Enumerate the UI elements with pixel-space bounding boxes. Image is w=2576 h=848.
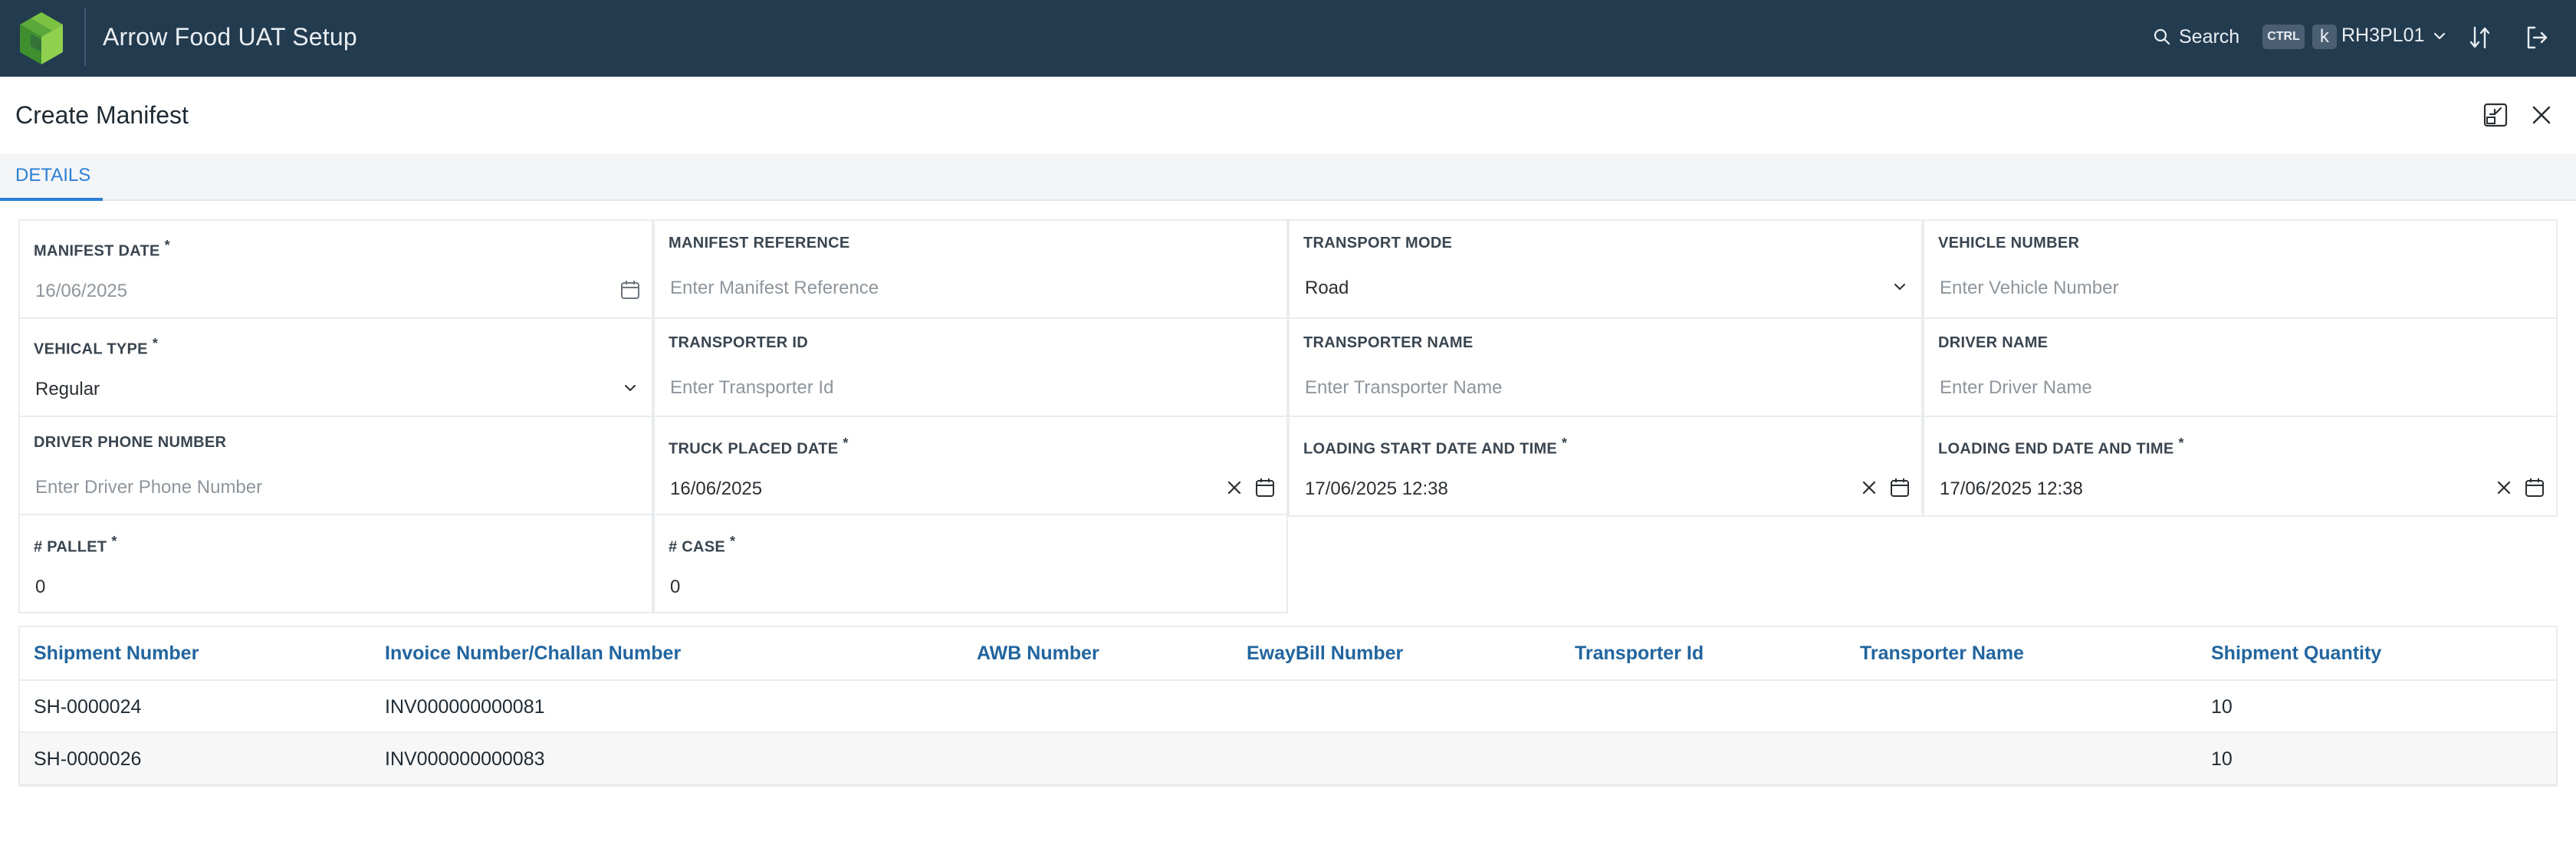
topbar-divider: [84, 8, 86, 66]
chevron-down-icon[interactable]: [619, 377, 641, 399]
field-label: DRIVER NAME: [1938, 334, 2049, 351]
field-label: LOADING START DATE AND TIME: [1303, 440, 1558, 458]
clear-icon[interactable]: [1858, 477, 1880, 498]
shipments-table: Shipment Number Invoice Number/Challan N…: [18, 626, 2558, 787]
tab-bar: DETAILS: [0, 153, 2576, 201]
loading-end-field[interactable]: LOADING END DATE AND TIME * 17/06/2025 12…: [1923, 416, 2558, 517]
transporter-name-input[interactable]: Enter Transporter Name: [1305, 377, 1502, 399]
column-header-awb-number[interactable]: AWB Number: [977, 643, 1099, 665]
manifest-reference-input[interactable]: Enter Manifest Reference: [670, 278, 879, 299]
calendar-icon[interactable]: [2524, 477, 2545, 498]
field-label: VEHICLE NUMBER: [1938, 235, 2080, 251]
global-search[interactable]: Search CTRL k: [2153, 25, 2337, 49]
field-label: TRUCK PLACED DATE: [669, 440, 839, 458]
transporter-id-field[interactable]: TRANSPORTER ID Enter Transporter Id: [653, 317, 1288, 417]
field-label: MANIFEST REFERENCE: [669, 235, 850, 251]
field-label: MANIFEST DATE: [34, 242, 160, 260]
top-bar: Arrow Food UAT Setup Search CTRL k RH3PL…: [0, 0, 2576, 77]
chevron-down-icon[interactable]: [1889, 276, 1911, 297]
driver-name-field[interactable]: DRIVER NAME Enter Driver Name: [1923, 317, 2558, 417]
transport-mode-field[interactable]: TRANSPORT MODE Road: [1288, 219, 1923, 319]
vehicle-number-field[interactable]: VEHICLE NUMBER Enter Vehicle Number: [1923, 219, 2558, 319]
clear-icon[interactable]: [1224, 477, 1245, 498]
field-label: VEHICAL TYPE: [34, 340, 148, 358]
transport-mode-select[interactable]: Road: [1305, 278, 1349, 299]
transporter-name-field[interactable]: TRANSPORTER NAME Enter Transporter Name: [1288, 317, 1923, 417]
sort-icon[interactable]: [2468, 25, 2492, 51]
pallet-input[interactable]: 0: [35, 577, 45, 598]
field-label: TRANSPORT MODE: [1303, 235, 1453, 251]
column-header-ewaybill-number[interactable]: EwayBill Number: [1247, 643, 1403, 665]
search-label: Search: [2179, 25, 2240, 48]
cell-shipment-quantity: 10: [2211, 696, 2233, 718]
cell-invoice-number: INV000000000081: [385, 696, 545, 718]
cell-shipment-number: SH-0000024: [34, 696, 142, 718]
manifest-date-field[interactable]: MANIFEST DATE * 16/06/2025: [18, 219, 653, 319]
user-menu[interactable]: RH3PL01: [2341, 25, 2447, 47]
shortcut-k-key: k: [2312, 25, 2337, 49]
calendar-icon[interactable]: [619, 279, 641, 301]
app-logo-icon[interactable]: [15, 11, 67, 66]
column-header-transporter-name[interactable]: Transporter Name: [1860, 643, 2024, 665]
cell-invoice-number: INV000000000083: [385, 748, 545, 770]
pallet-field[interactable]: # PALLET * 0: [18, 514, 653, 613]
cell-shipment-quantity: 10: [2211, 748, 2233, 770]
field-label: # PALLET: [34, 538, 107, 556]
driver-phone-input[interactable]: Enter Driver Phone Number: [35, 477, 262, 498]
vehical-type-field[interactable]: VEHICAL TYPE * Regular: [18, 317, 653, 417]
column-header-transporter-id[interactable]: Transporter Id: [1575, 643, 1704, 665]
field-label: TRANSPORTER NAME: [1303, 334, 1474, 351]
truck-placed-date-field[interactable]: TRUCK PLACED DATE * 16/06/2025: [653, 416, 1288, 517]
field-label: # CASE: [669, 538, 726, 556]
table-row[interactable]: SH-0000024 INV000000000081 10: [20, 681, 2556, 733]
search-icon: [2154, 28, 2170, 45]
cell-shipment-number: SH-0000026: [34, 748, 142, 770]
table-row[interactable]: SH-0000026 INV000000000083 10: [20, 733, 2556, 785]
case-input[interactable]: 0: [670, 577, 680, 598]
field-label: TRANSPORTER ID: [669, 334, 808, 351]
field-label: DRIVER PHONE NUMBER: [34, 434, 227, 451]
tab-details[interactable]: DETAILS: [0, 153, 103, 201]
chevron-down-icon: [2434, 32, 2446, 39]
truck-placed-date-value[interactable]: 16/06/2025: [670, 478, 762, 500]
column-header-shipment-number[interactable]: Shipment Number: [34, 643, 199, 665]
loading-start-field[interactable]: LOADING START DATE AND TIME * 17/06/2025 …: [1288, 416, 1923, 517]
shortcut-ctrl-key: CTRL: [2262, 25, 2305, 49]
field-label: LOADING END DATE AND TIME: [1938, 440, 2174, 458]
app-title: Arrow Food UAT Setup: [103, 23, 357, 51]
table-header-row: Shipment Number Invoice Number/Challan N…: [20, 627, 2556, 681]
manifest-reference-field[interactable]: MANIFEST REFERENCE Enter Manifest Refere…: [653, 219, 1288, 319]
close-icon[interactable]: [2528, 102, 2555, 128]
page-title: Create Manifest: [15, 101, 189, 129]
column-header-shipment-quantity[interactable]: Shipment Quantity: [2211, 643, 2381, 665]
transporter-id-input[interactable]: Enter Transporter Id: [670, 377, 833, 399]
logout-icon[interactable]: [2524, 25, 2550, 51]
driver-name-input[interactable]: Enter Driver Name: [1940, 377, 2092, 399]
vehical-type-select[interactable]: Regular: [35, 379, 100, 400]
loading-end-value[interactable]: 17/06/2025 12:38: [1940, 478, 2083, 500]
loading-start-value[interactable]: 17/06/2025 12:38: [1305, 478, 1448, 500]
clear-icon[interactable]: [2493, 477, 2515, 498]
calendar-icon[interactable]: [1254, 477, 1276, 498]
user-name: RH3PL01: [2341, 25, 2425, 46]
driver-phone-field[interactable]: DRIVER PHONE NUMBER Enter Driver Phone N…: [18, 416, 653, 515]
vehicle-number-input[interactable]: Enter Vehicle Number: [1940, 278, 2118, 299]
calendar-icon[interactable]: [1889, 477, 1911, 498]
case-field[interactable]: # CASE * 0: [653, 514, 1288, 613]
collapse-icon[interactable]: [2482, 102, 2509, 128]
column-header-invoice-number[interactable]: Invoice Number/Challan Number: [385, 643, 681, 665]
manifest-date-value: 16/06/2025: [35, 281, 128, 301]
